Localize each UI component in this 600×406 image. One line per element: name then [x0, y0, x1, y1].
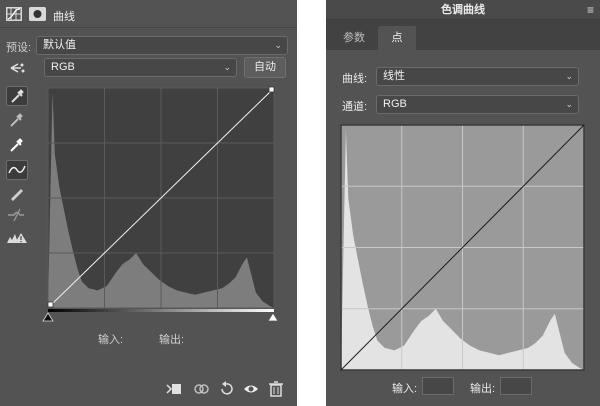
eyedropper-white-icon [10, 138, 23, 152]
input-gradient-bar [48, 309, 274, 312]
curve-preset-value: 线性 [383, 70, 405, 82]
view-previous-state-icon[interactable] [193, 381, 209, 397]
clipping-warning-icon [7, 233, 27, 243]
chevron-down-icon: ⌄ [565, 71, 573, 81]
menu-icon[interactable]: ≡ [587, 0, 594, 20]
curve-label: 曲线: [342, 73, 368, 85]
channel-value: RGB [383, 98, 407, 110]
channel-label: 通道: [342, 101, 368, 113]
white-point-eyedropper-tool[interactable] [6, 136, 28, 156]
pencil-draw-tool[interactable] [6, 184, 28, 204]
tab-bar: 参数 点 [326, 20, 600, 50]
output-label: 输出: [159, 334, 185, 346]
smooth-curve-tool[interactable] [6, 206, 28, 226]
input-label: 输入: [392, 383, 418, 395]
mask-icon[interactable] [29, 7, 46, 21]
output-value-field[interactable] [500, 377, 532, 395]
pencil-icon [11, 189, 23, 201]
preset-select[interactable]: 默认值 ⌄ [36, 36, 288, 55]
clip-to-layer-icon[interactable] [166, 381, 182, 397]
channel-value: RGB [51, 61, 75, 73]
panel-header: 色调曲线 ≡ [326, 0, 600, 20]
chevron-down-icon: ⌄ [274, 40, 282, 50]
tone-curve-graph[interactable] [340, 124, 586, 372]
curves-properties-panel: 曲线 预设: 默认值 ⌄ RGB ⌄ 自动 输入: 输出: [0, 0, 297, 406]
curve-points-tool[interactable] [6, 160, 28, 180]
panel-title: 色调曲线 [441, 4, 485, 16]
panel-title: 曲线 [53, 11, 75, 23]
tab-parametric[interactable]: 参数 [332, 26, 376, 50]
clipping-warning-tool[interactable] [6, 229, 28, 249]
output-label: 输出: [470, 383, 496, 395]
input-value-field[interactable] [422, 377, 454, 395]
auto-button[interactable]: 自动 [244, 57, 286, 78]
curves-graph[interactable] [38, 80, 288, 325]
black-point-eyedropper-tool[interactable] [6, 86, 28, 106]
visibility-eye-icon[interactable] [243, 381, 259, 397]
curve-point-white[interactable] [268, 86, 275, 93]
tab-point[interactable]: 点 [378, 26, 416, 50]
trash-icon[interactable] [268, 381, 284, 397]
preset-label: 预设: [6, 42, 32, 54]
chevron-down-icon: ⌄ [223, 62, 231, 72]
eyedropper-gray-icon [10, 113, 23, 127]
panel-header: 曲线 [0, 0, 297, 28]
black-input-slider[interactable] [42, 312, 54, 322]
curves-adjustment-icon [6, 7, 22, 21]
curve-wave-icon [8, 165, 26, 174]
smooth-curve-icon [8, 208, 24, 222]
preset-value: 默认值 [43, 39, 76, 51]
curve-preset-select[interactable]: 线性 ⌄ [376, 67, 579, 86]
eyedropper-black-icon [11, 89, 24, 103]
channel-select[interactable]: RGB ⌄ [44, 58, 237, 77]
curve-point-black[interactable] [47, 301, 54, 308]
chevron-down-icon: ⌄ [565, 99, 573, 109]
on-image-adjustment-icon[interactable] [8, 60, 28, 76]
tone-curve-panel: 色调曲线 ≡ 参数 点 曲线: 线性 ⌄ 通道: RGB ⌄ 输入: 输出: [326, 0, 600, 406]
channel-select[interactable]: RGB ⌄ [376, 95, 579, 114]
reset-icon[interactable] [218, 381, 234, 397]
gray-point-eyedropper-tool[interactable] [6, 111, 28, 131]
white-input-slider[interactable] [267, 312, 279, 322]
input-label: 输入: [98, 334, 124, 346]
